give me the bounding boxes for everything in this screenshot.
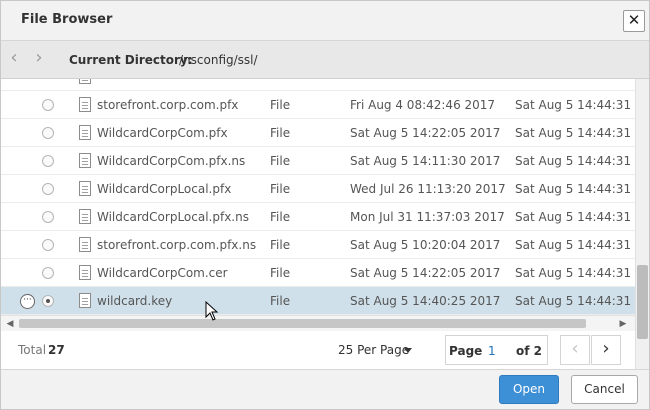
file-created: Sat Aug 5 14:44:31 2017 bbox=[515, 126, 635, 140]
current-directory-label: Current Directory: bbox=[69, 53, 193, 67]
page-total: of 2 bbox=[516, 344, 542, 358]
previous-page-button[interactable]: ‹ bbox=[560, 335, 590, 365]
current-directory-path: /nsconfig/ssl/ bbox=[179, 53, 258, 67]
row-select-radio[interactable] bbox=[42, 183, 54, 195]
file-name: wildcard.key bbox=[97, 294, 173, 308]
path-bar: ‹ › Current Directory: /nsconfig/ssl/ bbox=[1, 41, 649, 79]
file-created: Sat Aug 5 14:44:31 2017 bbox=[515, 266, 635, 280]
file-name: WildcardCorpCom.cer bbox=[97, 266, 228, 280]
file-icon bbox=[79, 237, 91, 252]
file-modified: Fri Aug 4 08:42:46 2017 bbox=[350, 98, 496, 112]
file-name: storefront.corp.com.pfx.ns bbox=[97, 238, 257, 252]
back-arrow-icon[interactable]: ‹ bbox=[6, 49, 22, 69]
row-select-radio[interactable] bbox=[42, 295, 54, 307]
caret-down-icon[interactable] bbox=[404, 348, 412, 353]
total-count: 27 bbox=[48, 343, 65, 357]
file-modified: Sat Aug 5 14:40:25 2017 bbox=[350, 294, 501, 308]
table-row[interactable]: WildcardCorpCom.pfx File Sat Aug 5 14:22:0… bbox=[1, 119, 635, 147]
close-icon: ✕ bbox=[627, 11, 641, 29]
table-row[interactable]: ··· wildcard.key File Sat Aug 5 14:40:25 20… bbox=[1, 287, 635, 315]
file-created: Sat Aug 5 14:44:31 2017 bbox=[515, 210, 635, 224]
open-button[interactable]: Open bbox=[499, 375, 559, 404]
row-select-radio[interactable] bbox=[42, 127, 54, 139]
file-icon bbox=[79, 125, 91, 140]
vertical-scrollbar[interactable] bbox=[635, 79, 649, 369]
row-select-radio[interactable] bbox=[42, 211, 54, 223]
file-type: File bbox=[270, 154, 291, 168]
file-created: Sat Aug 5 14:44:31 2017 bbox=[515, 154, 635, 168]
file-icon bbox=[79, 209, 91, 224]
file-name: WildcardCorpCom.pfx.ns bbox=[97, 154, 246, 168]
table-row-partial bbox=[1, 79, 635, 91]
file-modified: Wed Jul 26 11:13:20 2017 bbox=[350, 182, 506, 196]
row-select-radio[interactable] bbox=[42, 99, 54, 111]
file-type: File bbox=[270, 294, 291, 308]
file-type: File bbox=[270, 98, 291, 112]
cancel-button[interactable]: Cancel bbox=[571, 375, 638, 404]
file-modified: Sat Aug 5 14:22:05 2017 bbox=[350, 126, 501, 140]
table-row[interactable]: WildcardCorpCom.cer File Sat Aug 5 14:22:0… bbox=[1, 259, 635, 287]
forward-arrow-icon[interactable]: › bbox=[31, 49, 47, 69]
file-icon bbox=[79, 181, 91, 196]
chevron-right-icon: › bbox=[602, 338, 610, 359]
close-button[interactable]: ✕ bbox=[623, 10, 645, 32]
page-number-input[interactable]: 1 bbox=[488, 344, 496, 358]
page-indicator: Page 1 of 2 bbox=[445, 335, 548, 365]
file-name: WildcardCorpLocal.pfx bbox=[97, 182, 232, 196]
file-icon bbox=[79, 293, 91, 308]
row-actions-icon[interactable]: ··· bbox=[20, 294, 35, 309]
file-created: Sat Aug 5 14:44:31 2017 bbox=[515, 294, 635, 308]
file-browser-dialog: File Browser ✕ ‹ › Current Directory: /n… bbox=[0, 0, 650, 410]
file-icon bbox=[79, 153, 91, 168]
file-icon bbox=[79, 97, 91, 112]
horizontal-scrollbar-thumb[interactable] bbox=[19, 319, 586, 328]
row-select-radio[interactable] bbox=[42, 155, 54, 167]
horizontal-scrollbar[interactable]: ◀ ▶ bbox=[1, 315, 635, 331]
file-modified: Sat Aug 5 14:22:05 2017 bbox=[350, 266, 501, 280]
table-row[interactable]: storefront.corp.com.pfx File Fri Aug 4 08:… bbox=[1, 91, 635, 119]
title-bar: File Browser ✕ bbox=[1, 1, 649, 41]
row-select-radio[interactable] bbox=[42, 267, 54, 279]
scroll-right-icon[interactable]: ▶ bbox=[617, 317, 629, 331]
file-created: Sat Aug 5 14:44:31 2017 bbox=[515, 238, 635, 252]
table-row[interactable]: storefront.corp.com.pfx.ns File Sat Aug 5 … bbox=[1, 231, 635, 259]
file-icon bbox=[79, 265, 91, 280]
chevron-left-icon: ‹ bbox=[571, 338, 579, 359]
file-table: storefront.corp.com.pfx File Fri Aug 4 08:… bbox=[1, 79, 635, 315]
scroll-left-icon[interactable]: ◀ bbox=[4, 317, 16, 331]
table-row[interactable]: WildcardCorpLocal.pfx.ns File Mon Jul 31 1… bbox=[1, 203, 635, 231]
file-modified: Sat Aug 5 14:11:30 2017 bbox=[350, 154, 501, 168]
file-created: Sat Aug 5 14:44:31 2017 bbox=[515, 182, 635, 196]
file-icon bbox=[79, 79, 91, 84]
file-type: File bbox=[270, 126, 291, 140]
vertical-scrollbar-thumb[interactable] bbox=[637, 265, 648, 339]
dialog-footer: Open Cancel bbox=[1, 369, 649, 409]
total-label: Total bbox=[18, 343, 47, 357]
table-row[interactable]: WildcardCorpLocal.pfx File Wed Jul 26 11:1… bbox=[1, 175, 635, 203]
file-created: Sat Aug 5 14:44:31 2017 bbox=[515, 98, 635, 112]
file-type: File bbox=[270, 210, 291, 224]
file-type: File bbox=[270, 266, 291, 280]
next-page-button[interactable]: › bbox=[591, 335, 621, 365]
file-type: File bbox=[270, 182, 291, 196]
file-modified: Sat Aug 5 10:20:04 2017 bbox=[350, 238, 501, 252]
table-row[interactable]: WildcardCorpCom.pfx.ns File Sat Aug 5 14:1… bbox=[1, 147, 635, 175]
file-name: storefront.corp.com.pfx bbox=[97, 98, 239, 112]
file-type: File bbox=[270, 238, 291, 252]
file-name: WildcardCorpCom.pfx bbox=[97, 126, 228, 140]
file-name: WildcardCorpLocal.pfx.ns bbox=[97, 210, 249, 224]
file-modified: Mon Jul 31 11:37:03 2017 bbox=[350, 210, 505, 224]
mouse-cursor-icon bbox=[205, 301, 219, 321]
per-page-dropdown[interactable]: 25 Per Page bbox=[338, 343, 409, 357]
row-select-radio[interactable] bbox=[42, 239, 54, 251]
page-label: Page bbox=[449, 344, 483, 358]
dialog-title: File Browser bbox=[21, 12, 113, 27]
